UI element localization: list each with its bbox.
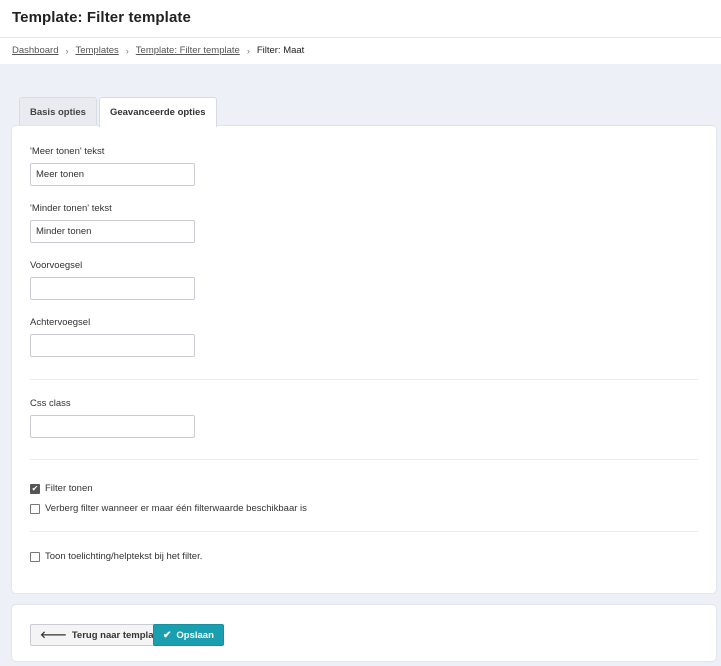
meer-tonen-label: 'Meer tonen' tekst xyxy=(30,146,105,157)
section-divider xyxy=(30,531,698,532)
toon-toelichting-label: Toon toelichting/helptekst bij het filte… xyxy=(45,551,203,562)
action-bar: 🡐 Terug naar template ✔ Opslaan xyxy=(12,605,716,661)
save-button-label: Opslaan xyxy=(176,629,214,641)
filter-tonen-checkbox[interactable]: ✔ xyxy=(30,483,40,494)
checkmark-icon: ✔ xyxy=(163,629,172,641)
breadcrumb-dashboard[interactable]: Dashboard xyxy=(12,45,58,56)
breadcrumb-separator: › xyxy=(65,45,69,56)
section-divider xyxy=(30,459,698,460)
verberg-filter-label: Verberg filter wanneer er maar één filte… xyxy=(45,503,307,514)
breadcrumb-current: Filter: Maat xyxy=(256,45,305,56)
achtervoegsel-label: Achtervoegsel xyxy=(30,317,91,328)
achtervoegsel-input[interactable] xyxy=(30,334,195,357)
breadcrumb-separator: › xyxy=(246,45,250,56)
minder-tonen-input[interactable] xyxy=(30,220,195,243)
tab-geavanceerde-opties[interactable]: Geavanceerde opties xyxy=(98,97,217,127)
top-bar: Template: Filter template xyxy=(0,0,721,38)
breadcrumb-template-filter[interactable]: Template: Filter template xyxy=(136,45,240,56)
breadcrumb-bar: Dashboard › Templates › Template: Filter… xyxy=(0,38,721,64)
filter-tonen-label: Filter tonen xyxy=(45,483,93,494)
tab-basis-opties[interactable]: Basis opties xyxy=(19,97,97,127)
filter-tonen-option[interactable]: ✔ Filter tonen xyxy=(30,483,93,494)
meer-tonen-input[interactable] xyxy=(30,163,195,186)
breadcrumb-templates[interactable]: Templates xyxy=(75,45,118,56)
css-class-input[interactable] xyxy=(30,415,195,438)
toon-toelichting-option[interactable]: Toon toelichting/helptekst bij het filte… xyxy=(30,551,202,562)
toon-toelichting-checkbox[interactable] xyxy=(30,551,40,562)
settings-card: 'Meer tonen' tekst 'Minder tonen' tekst … xyxy=(12,126,716,593)
save-button[interactable]: ✔ Opslaan xyxy=(153,624,224,646)
voorvoegsel-input[interactable] xyxy=(30,277,195,300)
voorvoegsel-label: Voorvoegsel xyxy=(30,260,83,271)
arrow-left-icon: 🡐 xyxy=(40,630,67,641)
back-to-template-button[interactable]: 🡐 Terug naar template xyxy=(30,624,172,646)
verberg-filter-option[interactable]: Verberg filter wanneer er maar één filte… xyxy=(30,503,307,514)
page-title: Template: Filter template xyxy=(12,9,191,26)
breadcrumb-separator: › xyxy=(125,45,129,56)
verberg-filter-checkbox[interactable] xyxy=(30,503,40,514)
css-class-label: Css class xyxy=(30,398,71,409)
checkmark-icon: ✔ xyxy=(31,483,39,493)
section-divider xyxy=(30,379,698,380)
tab-bar: Basis opties Geavanceerde opties xyxy=(19,97,219,127)
minder-tonen-label: 'Minder tonen' tekst xyxy=(30,203,112,214)
breadcrumb: Dashboard › Templates › Template: Filter… xyxy=(12,45,304,56)
back-button-label: Terug naar template xyxy=(71,629,162,641)
